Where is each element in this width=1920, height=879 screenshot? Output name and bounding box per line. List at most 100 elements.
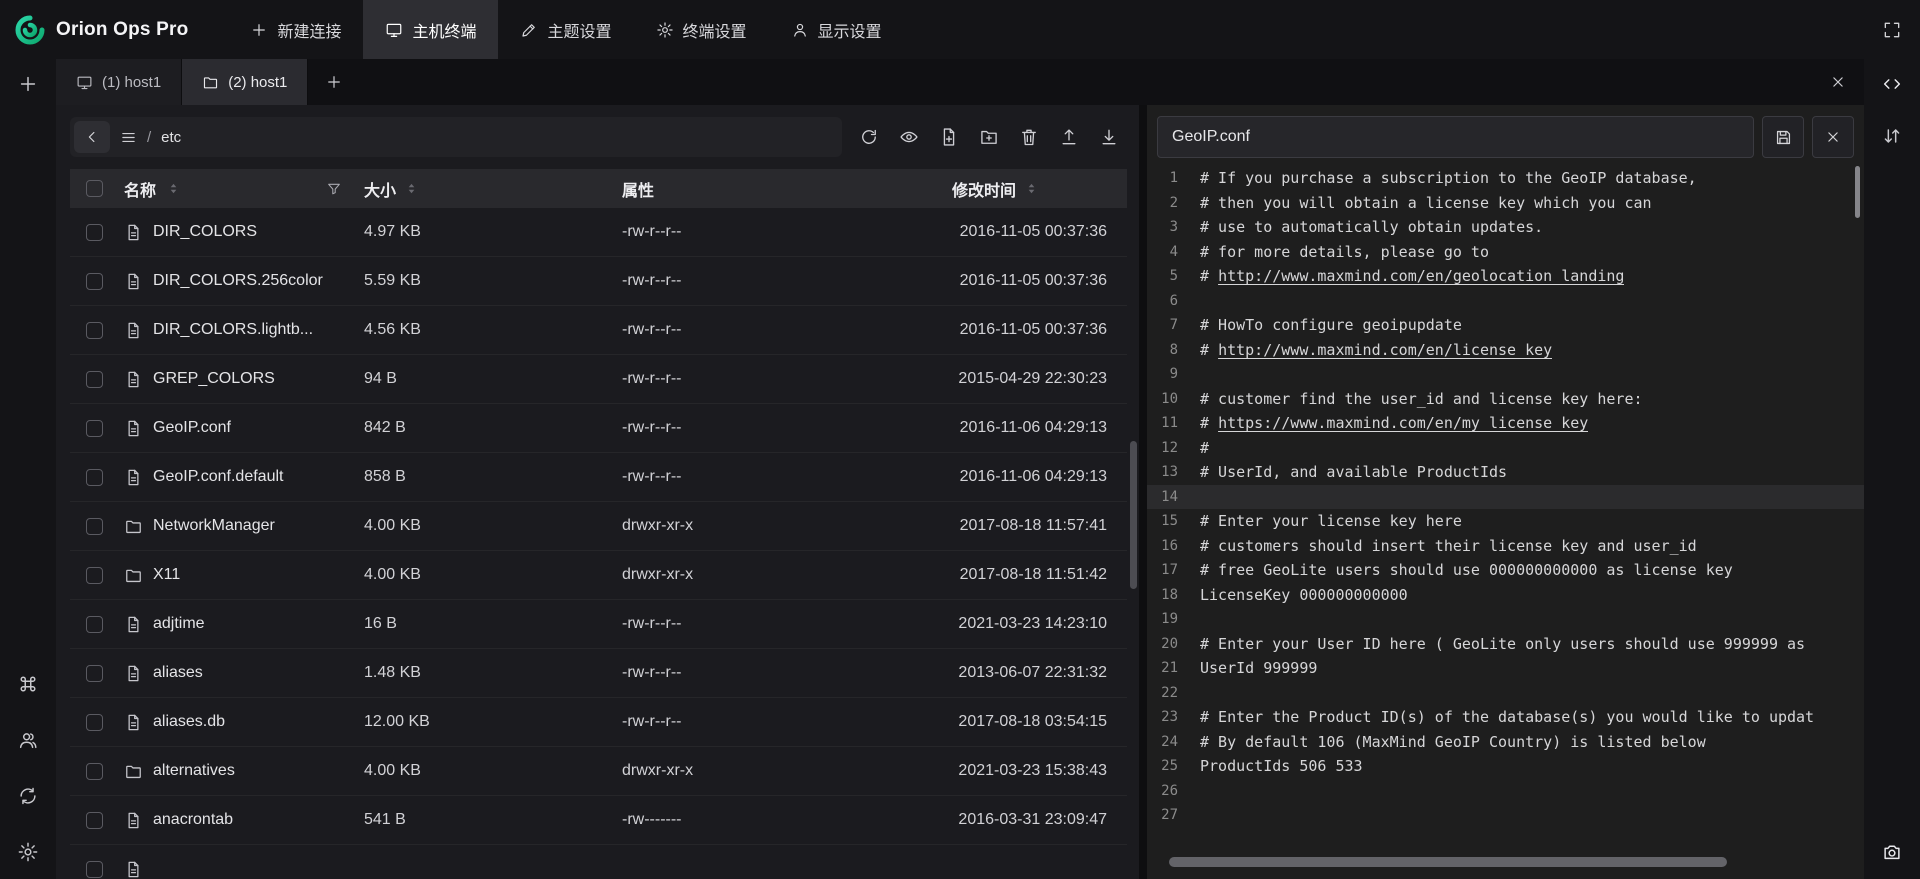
file-row[interactable]: alternatives 4.00 KB drwxr-xr-x 2021-03-…: [70, 747, 1127, 796]
row-checkbox[interactable]: [86, 371, 103, 388]
row-checkbox[interactable]: [86, 273, 103, 290]
file-row[interactable]: NetworkManager 4.00 KB drwxr-xr-x 2017-0…: [70, 502, 1127, 551]
file-row[interactable]: DIR_COLORS.lightb... 4.56 KB -rw-r--r-- …: [70, 306, 1127, 355]
sort-order-button[interactable]: [1879, 123, 1905, 149]
refresh-button[interactable]: [851, 119, 887, 155]
nav-item-terminal-settings[interactable]: 终端设置: [634, 0, 769, 59]
editor-line-8[interactable]: 8 # http://www.maxmind.com/en/license_ke…: [1147, 338, 1864, 363]
editor-line-3[interactable]: 3 # use to automatically obtain updates.: [1147, 215, 1864, 240]
file-row[interactable]: aliases 1.48 KB -rw-r--r-- 2013-06-07 22…: [70, 649, 1127, 698]
row-checkbox[interactable]: [86, 714, 103, 731]
add-tab-button[interactable]: [314, 59, 354, 105]
editor-vertical-scrollbar[interactable]: [1855, 166, 1860, 218]
code-editor-button[interactable]: [1879, 71, 1905, 97]
column-header-mtime[interactable]: 修改时间: [952, 177, 1016, 201]
upload-button[interactable]: [1051, 119, 1087, 155]
editor-line-6[interactable]: 6: [1147, 289, 1864, 314]
row-checkbox[interactable]: [86, 322, 103, 339]
editor-line-16[interactable]: 16 # customers should insert their licen…: [1147, 534, 1864, 559]
sort-mtime-icon[interactable]: [1024, 181, 1039, 196]
editor-hscroll-thumb[interactable]: [1169, 857, 1727, 867]
file-row[interactable]: DIR_COLORS.256color 5.59 KB -rw-r--r-- 2…: [70, 257, 1127, 306]
row-checkbox[interactable]: [86, 469, 103, 486]
tab-host1-sftp[interactable]: (2) host1: [182, 59, 308, 105]
close-panel-button[interactable]: [1818, 59, 1858, 105]
download-button[interactable]: [1091, 119, 1127, 155]
editor-line-14[interactable]: 14: [1147, 485, 1864, 510]
editor-line-4[interactable]: 4 # for more details, please go to: [1147, 240, 1864, 265]
editor-close-button[interactable]: [1812, 116, 1854, 158]
editor-line-7[interactable]: 7 # HowTo configure geoipupdate: [1147, 313, 1864, 338]
command-button[interactable]: [15, 671, 41, 697]
file-row-partial[interactable]: [70, 845, 1127, 879]
sort-size-icon[interactable]: [404, 181, 419, 196]
editor-line-10[interactable]: 10 # customer find the user_id and licen…: [1147, 387, 1864, 412]
nav-item-host-terminal[interactable]: 主机终端: [363, 0, 498, 59]
editor-filename-input[interactable]: GeoIP.conf: [1157, 116, 1754, 158]
code-link[interactable]: https://www.maxmind.com/en/my_license_ke…: [1218, 414, 1588, 432]
file-row[interactable]: GeoIP.conf.default 858 B -rw-r--r-- 2016…: [70, 453, 1127, 502]
new-folder-button[interactable]: [971, 119, 1007, 155]
row-checkbox[interactable]: [86, 763, 103, 780]
code-link[interactable]: http://www.maxmind.com/en/geolocation_la…: [1218, 267, 1624, 285]
file-row[interactable]: DIR_COLORS 4.97 KB -rw-r--r-- 2016-11-05…: [70, 208, 1127, 257]
delete-button[interactable]: [1011, 119, 1047, 155]
file-row[interactable]: GeoIP.conf 842 B -rw-r--r-- 2016-11-06 0…: [70, 404, 1127, 453]
editor-line-19[interactable]: 19: [1147, 607, 1864, 632]
editor-line-23[interactable]: 23 # Enter the Product ID(s) of the data…: [1147, 705, 1864, 730]
filter-icon[interactable]: [326, 181, 342, 197]
directory-list-icon[interactable]: [120, 129, 137, 146]
row-checkbox[interactable]: [86, 224, 103, 241]
screenshot-button[interactable]: [1879, 839, 1905, 865]
row-checkbox[interactable]: [86, 861, 103, 878]
save-button[interactable]: [1762, 116, 1804, 158]
editor-line-1[interactable]: 1 # If you purchase a subscription to th…: [1147, 166, 1864, 191]
editor-line-27[interactable]: 27: [1147, 803, 1864, 828]
sort-name-icon[interactable]: [166, 181, 181, 196]
nav-item-new-connection[interactable]: 新建连接: [228, 0, 363, 59]
tab-host1-terminal[interactable]: (1) host1: [56, 59, 182, 105]
code-editor[interactable]: 1 # If you purchase a subscription to th…: [1147, 166, 1864, 828]
sync-button[interactable]: [15, 783, 41, 809]
file-row[interactable]: anacrontab 541 B -rw------- 2016-03-31 2…: [70, 796, 1127, 845]
file-row[interactable]: X11 4.00 KB drwxr-xr-x 2017-08-18 11:51:…: [70, 551, 1127, 600]
editor-line-5[interactable]: 5 # http://www.maxmind.com/en/geolocatio…: [1147, 264, 1864, 289]
row-checkbox[interactable]: [86, 665, 103, 682]
file-row[interactable]: aliases.db 12.00 KB -rw-r--r-- 2017-08-1…: [70, 698, 1127, 747]
editor-line-12[interactable]: 12 #: [1147, 436, 1864, 461]
fullscreen-button[interactable]: [1882, 20, 1902, 40]
code-link[interactable]: http://www.maxmind.com/en/license_key: [1218, 341, 1552, 359]
editor-line-22[interactable]: 22: [1147, 681, 1864, 706]
nav-item-display-settings[interactable]: 显示设置: [769, 0, 904, 59]
editor-line-2[interactable]: 2 # then you will obtain a license key w…: [1147, 191, 1864, 216]
back-button[interactable]: [74, 121, 110, 153]
new-file-button[interactable]: [931, 119, 967, 155]
settings-button[interactable]: [15, 839, 41, 865]
editor-line-15[interactable]: 15 # Enter your license key here: [1147, 509, 1864, 534]
users-button[interactable]: [15, 727, 41, 753]
editor-line-20[interactable]: 20 # Enter your User ID here ( GeoLite o…: [1147, 632, 1864, 657]
editor-line-11[interactable]: 11 # https://www.maxmind.com/en/my_licen…: [1147, 411, 1864, 436]
editor-line-26[interactable]: 26: [1147, 779, 1864, 804]
editor-line-25[interactable]: 25 ProductIds 506 533: [1147, 754, 1864, 779]
row-checkbox[interactable]: [86, 812, 103, 829]
column-header-name[interactable]: 名称: [124, 177, 156, 201]
preview-button[interactable]: [891, 119, 927, 155]
breadcrumb-path[interactable]: etc: [161, 129, 181, 146]
row-checkbox[interactable]: [86, 616, 103, 633]
new-button[interactable]: [15, 71, 41, 97]
file-row[interactable]: GREP_COLORS 94 B -rw-r--r-- 2015-04-29 2…: [70, 355, 1127, 404]
nav-item-theme-settings[interactable]: 主题设置: [498, 0, 633, 59]
select-all-checkbox[interactable]: [86, 180, 103, 197]
file-row[interactable]: adjtime 16 B -rw-r--r-- 2021-03-23 14:23…: [70, 600, 1127, 649]
editor-line-17[interactable]: 17 # free GeoLite users should use 00000…: [1147, 558, 1864, 583]
editor-line-24[interactable]: 24 # By default 106 (MaxMind GeoIP Count…: [1147, 730, 1864, 755]
editor-line-13[interactable]: 13 # UserId, and available ProductIds: [1147, 460, 1864, 485]
row-checkbox[interactable]: [86, 420, 103, 437]
file-table-scrollbar[interactable]: [1130, 441, 1137, 589]
editor-line-18[interactable]: 18 LicenseKey 000000000000: [1147, 583, 1864, 608]
editor-line-21[interactable]: 21 UserId 999999: [1147, 656, 1864, 681]
editor-line-9[interactable]: 9: [1147, 362, 1864, 387]
editor-horizontal-scrollbar[interactable]: [1157, 857, 1850, 867]
row-checkbox[interactable]: [86, 518, 103, 535]
